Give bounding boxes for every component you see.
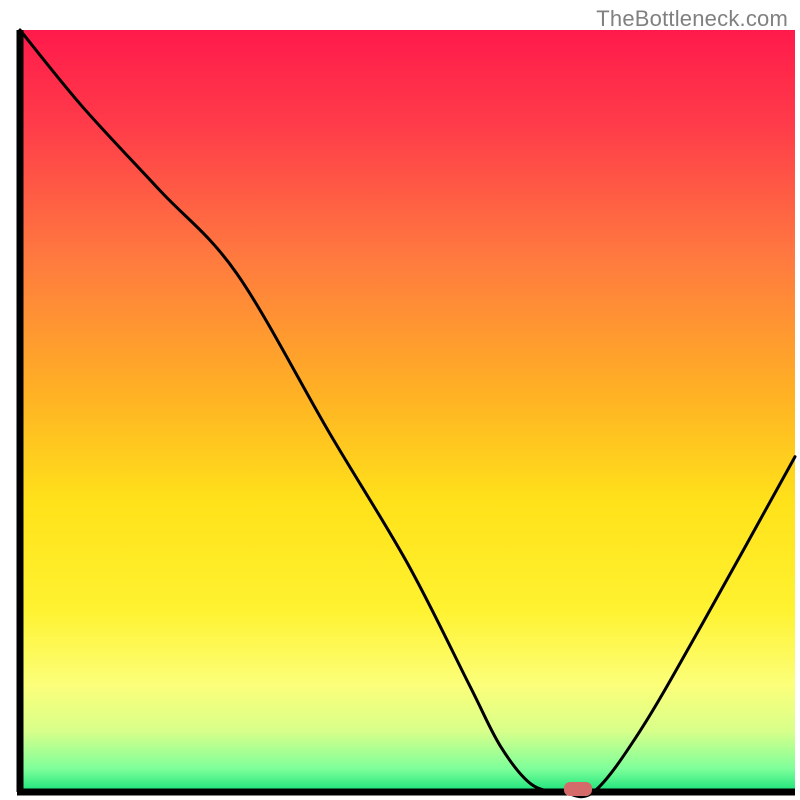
plot-background [20,30,795,792]
bottleneck-chart [0,0,800,800]
chart-container: TheBottleneck.com [0,0,800,800]
watermark-text: TheBottleneck.com [596,6,788,32]
optimal-marker [564,782,592,796]
